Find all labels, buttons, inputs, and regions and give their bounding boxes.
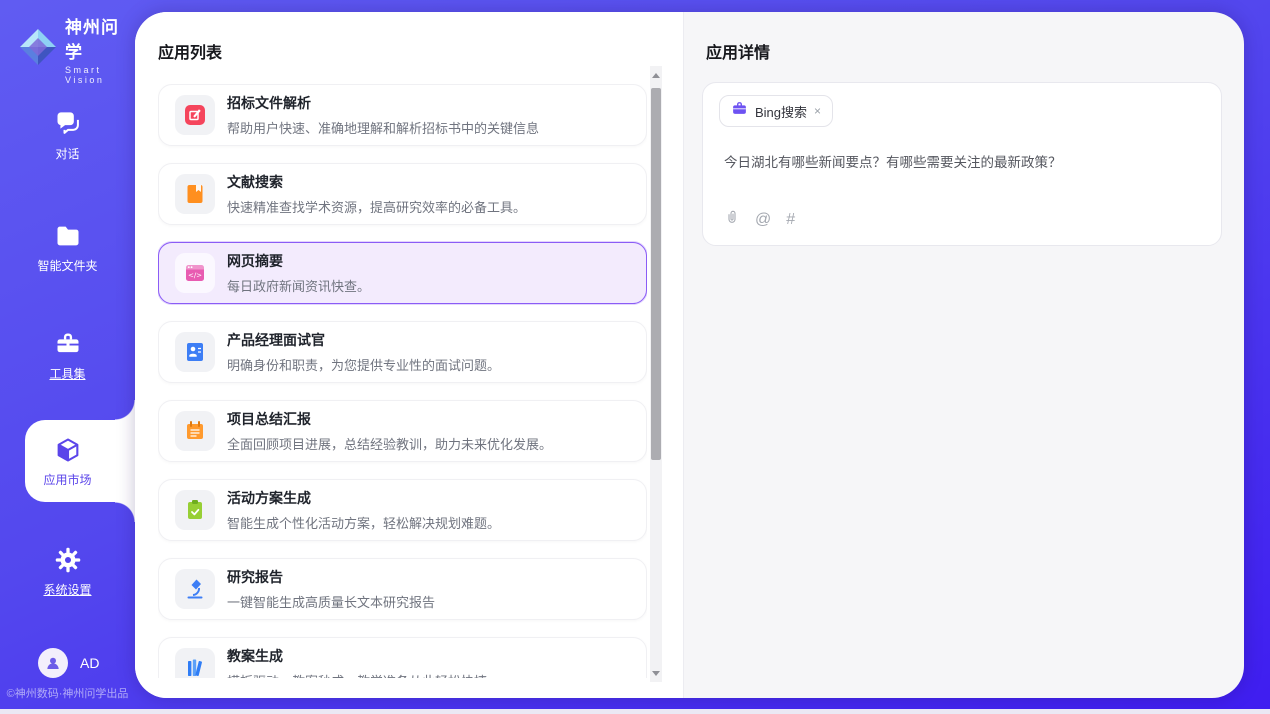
sidebar-item-settings[interactable]: 系统设置 [0, 546, 135, 598]
interviewer-person-icon [175, 332, 215, 372]
brand-logo: 神州问学 Smart Vision [18, 13, 135, 85]
app-card-lesson-plan[interactable]: 教案生成 模板驱动，教案秒成，教学准备从此轻松快捷 [158, 637, 647, 678]
sidebar-item-label: 智能文件夹 [0, 257, 135, 274]
sidebar-item-label: 工具集 [0, 365, 135, 382]
card-title: 活动方案生成 [227, 488, 500, 508]
hashtag-icon[interactable]: # [786, 211, 795, 229]
window-bottom-strip [0, 709, 1270, 714]
card-desc: 一键智能生成高质量长文本研究报告 [227, 592, 435, 611]
svg-text:</>: </> [188, 272, 202, 280]
cube-icon [0, 436, 135, 464]
card-title: 文献搜索 [227, 172, 526, 192]
app-card-activity-plan[interactable]: 活动方案生成 智能生成个性化活动方案，轻松解决规划难题。 [158, 479, 647, 541]
card-title: 项目总结汇报 [227, 409, 552, 429]
list-scrollbar[interactable] [650, 66, 662, 682]
copyright-text: ©神州数码·神州问学出品 [0, 685, 135, 701]
user-name: AD [80, 655, 99, 671]
sidebar-item-label: 应用市场 [0, 471, 135, 488]
card-desc: 全面回顾项目进展，总结经验教训，助力未来优化发展。 [227, 434, 552, 453]
chat-icon [0, 110, 135, 138]
sidebar-item-smart-folder[interactable]: 智能文件夹 [0, 222, 135, 274]
clipboard-check-icon [175, 490, 215, 530]
avatar [38, 648, 68, 678]
scrollbar-thumb[interactable] [651, 88, 661, 460]
browser-window-icon: </> [175, 253, 215, 293]
app-detail-panel: 应用详情 Bing搜索 × 今日湖北有哪些新闻要点？有哪些需要关注的最新政策？ [685, 12, 1244, 698]
card-title: 研究报告 [227, 567, 435, 587]
prompt-input-card[interactable]: Bing搜索 × 今日湖北有哪些新闻要点？有哪些需要关注的最新政策？ @ # [702, 82, 1222, 246]
app-card-bid-parse[interactable]: 招标文件解析 帮助用户快速、准确地理解和解析招标书中的关键信息 [158, 84, 647, 146]
app-card-list: 招标文件解析 帮助用户快速、准确地理解和解析招标书中的关键信息 文献搜索 快速精… [158, 84, 647, 678]
sidebar-item-app-market[interactable]: 应用市场 [0, 436, 135, 488]
brand-subtitle: Smart Vision [65, 65, 135, 85]
card-desc: 每日政府新闻资讯快查。 [227, 276, 370, 295]
brand-name: 神州问学 [65, 13, 135, 63]
book-icon [175, 174, 215, 214]
sidebar-item-label: 对话 [0, 145, 135, 162]
app-list-panel: 应用列表 招标文件解析 帮助用户快速、准确地理解和解析招标书中的关键信息 [135, 12, 684, 698]
tool-chip-bing-search[interactable]: Bing搜索 × [719, 95, 833, 127]
card-desc: 智能生成个性化活动方案，轻松解决规划难题。 [227, 513, 500, 532]
folder-icon [0, 222, 135, 250]
card-title: 产品经理面试官 [227, 330, 500, 350]
diamond-logo-icon [18, 27, 58, 72]
briefcase-icon [731, 100, 748, 122]
app-list-title: 应用列表 [158, 39, 222, 63]
card-title: 招标文件解析 [227, 93, 539, 113]
card-title: 教案生成 [227, 646, 487, 666]
card-title: 网页摘要 [227, 251, 370, 271]
sidebar-item-label: 系统设置 [0, 581, 135, 598]
app-card-project-summary[interactable]: 项目总结汇报 全面回顾项目进展，总结经验教训，助力未来优化发展。 [158, 400, 647, 462]
calendar-report-icon [175, 411, 215, 451]
app-card-web-summary[interactable]: </> 网页摘要 每日政府新闻资讯快查。 [158, 242, 647, 304]
mention-at-icon[interactable]: @ [755, 211, 771, 229]
active-tab-fillet-top [115, 400, 135, 420]
app-card-pm-interviewer[interactable]: 产品经理面试官 明确身份和职责，为您提供专业性的面试问题。 [158, 321, 647, 383]
active-tab-fillet-bottom [115, 502, 135, 522]
sidebar-item-chat[interactable]: 对话 [0, 110, 135, 162]
prompt-text[interactable]: 今日湖北有哪些新闻要点？有哪些需要关注的最新政策？ [724, 151, 1194, 171]
main-content: 应用列表 招标文件解析 帮助用户快速、准确地理解和解析招标书中的关键信息 [135, 12, 1244, 698]
tool-chip-label: Bing搜索 [755, 102, 807, 121]
attachment-toolbar: @ # [724, 208, 795, 231]
app-detail-title: 应用详情 [706, 39, 770, 63]
books-icon [175, 648, 215, 678]
scroll-up-icon[interactable] [650, 68, 662, 82]
card-desc: 模板驱动，教案秒成，教学准备从此轻松快捷 [227, 671, 487, 678]
microscope-icon [175, 569, 215, 609]
sidebar: 神州问学 Smart Vision 对话 智能文件夹 [0, 0, 135, 714]
gear-icon [0, 546, 135, 574]
bid-document-icon [175, 95, 215, 135]
card-desc: 明确身份和职责，为您提供专业性的面试问题。 [227, 355, 500, 374]
chip-close-icon[interactable]: × [814, 105, 821, 117]
paperclip-icon[interactable] [724, 208, 740, 231]
sidebar-item-toolset[interactable]: 工具集 [0, 330, 135, 382]
app-card-literature-search[interactable]: 文献搜索 快速精准查找学术资源，提高研究效率的必备工具。 [158, 163, 647, 225]
card-desc: 快速精准查找学术资源，提高研究效率的必备工具。 [227, 197, 526, 216]
card-desc: 帮助用户快速、准确地理解和解析招标书中的关键信息 [227, 118, 539, 137]
app-card-research-report[interactable]: 研究报告 一键智能生成高质量长文本研究报告 [158, 558, 647, 620]
toolbox-icon [0, 330, 135, 358]
scroll-down-icon[interactable] [650, 666, 662, 680]
user-account[interactable]: AD [38, 648, 99, 678]
